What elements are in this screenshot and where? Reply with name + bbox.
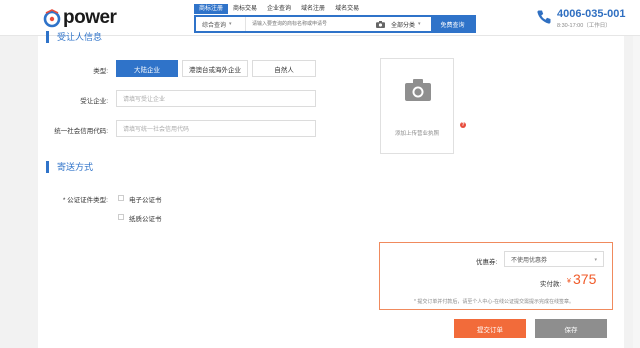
section-accent-bar bbox=[46, 160, 49, 173]
upload-hint: 添加上传营业执照 bbox=[394, 131, 439, 137]
phone-number: 4006-035-001 bbox=[557, 8, 626, 20]
search-input[interactable] bbox=[246, 17, 373, 31]
tab-domain-trade[interactable]: 域名交易 bbox=[330, 4, 364, 14]
search-tabs: 商标注册 商标交易 企业查询 域名注册 域名交易 bbox=[194, 4, 364, 14]
type-label: 类型: bbox=[93, 68, 108, 75]
payment-note: * 提交订单并付款后，请至个人中心-在线公证提交需提示完成在线签章。 bbox=[414, 299, 575, 305]
type-option-individual[interactable]: 自然人 bbox=[252, 60, 316, 77]
tab-trademark-trade[interactable]: 商标交易 bbox=[228, 4, 262, 14]
credit-code-input[interactable]: 请填写统一社会信用代码 bbox=[116, 120, 316, 137]
coupon-label: 优惠券: bbox=[476, 259, 498, 266]
currency-symbol: ¥ bbox=[567, 278, 571, 285]
tab-domain-register[interactable]: 域名注册 bbox=[296, 4, 330, 14]
license-upload[interactable]: 添加上传营业执照 bbox=[380, 58, 454, 154]
search-box: 综合查询 ▾ 全部分类 ▾ 免费查询 bbox=[194, 15, 476, 33]
type-option-overseas[interactable]: 港澳台或海外企业 bbox=[182, 60, 248, 77]
pay-label: 实付款: bbox=[540, 281, 562, 288]
help-icon[interactable]: ? bbox=[460, 122, 466, 128]
search-button[interactable]: 免费查询 bbox=[431, 17, 474, 31]
company-label: 受让企业: bbox=[80, 98, 108, 105]
type-option-mainland[interactable]: 大陆企业 bbox=[116, 60, 178, 77]
chevron-down-icon: ▾ bbox=[594, 257, 597, 263]
pay-amount: 375 bbox=[573, 271, 597, 287]
camera-icon bbox=[405, 79, 431, 106]
paper-cert-checkbox[interactable] bbox=[118, 214, 124, 220]
tab-trademark-register[interactable]: 商标注册 bbox=[194, 4, 229, 14]
chevron-down-icon: ▾ bbox=[418, 21, 421, 27]
category-select[interactable]: 全部分类 ▾ bbox=[387, 20, 431, 29]
tab-company-query[interactable]: 企业查询 bbox=[262, 4, 296, 14]
category-value: 全部分类 bbox=[391, 22, 416, 29]
section-title: 受让人信息 bbox=[57, 32, 103, 42]
contact-phone: 4006-035-001 8:30-17:00（工作日） bbox=[536, 9, 626, 30]
section-accent-bar bbox=[46, 30, 49, 43]
coupon-value: 不使用优惠券 bbox=[511, 257, 548, 264]
section-header-delivery: 寄送方式 bbox=[46, 160, 93, 173]
paper-cert-label: 纸质公证书 bbox=[129, 216, 162, 223]
electronic-cert-checkbox[interactable] bbox=[118, 195, 124, 201]
save-button[interactable]: 保存 bbox=[535, 319, 607, 338]
service-hours: 8:30-17:00（工作日） bbox=[557, 23, 611, 29]
search-scope-select[interactable]: 综合查询 ▾ bbox=[196, 17, 246, 31]
section-title: 寄送方式 bbox=[57, 162, 94, 172]
coupon-select[interactable]: 不使用优惠券 ▾ bbox=[504, 251, 604, 267]
cert-type-label: * 公证证件类型: bbox=[62, 197, 108, 204]
search-scope-value: 综合查询 bbox=[202, 22, 227, 29]
electronic-cert-label: 电子公证书 bbox=[129, 197, 162, 204]
page-scrollbar[interactable] bbox=[633, 36, 640, 348]
camera-icon[interactable] bbox=[373, 20, 387, 28]
company-input[interactable]: 请填写受让企业 bbox=[116, 90, 316, 107]
credit-code-label: 统一社会信用代码: bbox=[54, 128, 108, 135]
logo-text: power bbox=[63, 7, 117, 28]
chevron-down-icon: ▾ bbox=[229, 21, 232, 27]
submit-order-button[interactable]: 提交订单 bbox=[454, 319, 526, 338]
phone-icon bbox=[536, 9, 552, 30]
order-summary: 优惠券: 不使用优惠券 ▾ 实付款: ¥ 375 * 提交订单并付款后，请至个人… bbox=[379, 242, 613, 310]
order-form-card: 受让人信息 类型: 大陆企业 港澳台或海外企业 自然人 受让企业: 请填写受让企… bbox=[38, 30, 624, 348]
brand-logo[interactable]: power bbox=[42, 7, 117, 29]
power-logo-icon bbox=[42, 8, 62, 28]
section-header-transferee: 受让人信息 bbox=[46, 30, 102, 43]
